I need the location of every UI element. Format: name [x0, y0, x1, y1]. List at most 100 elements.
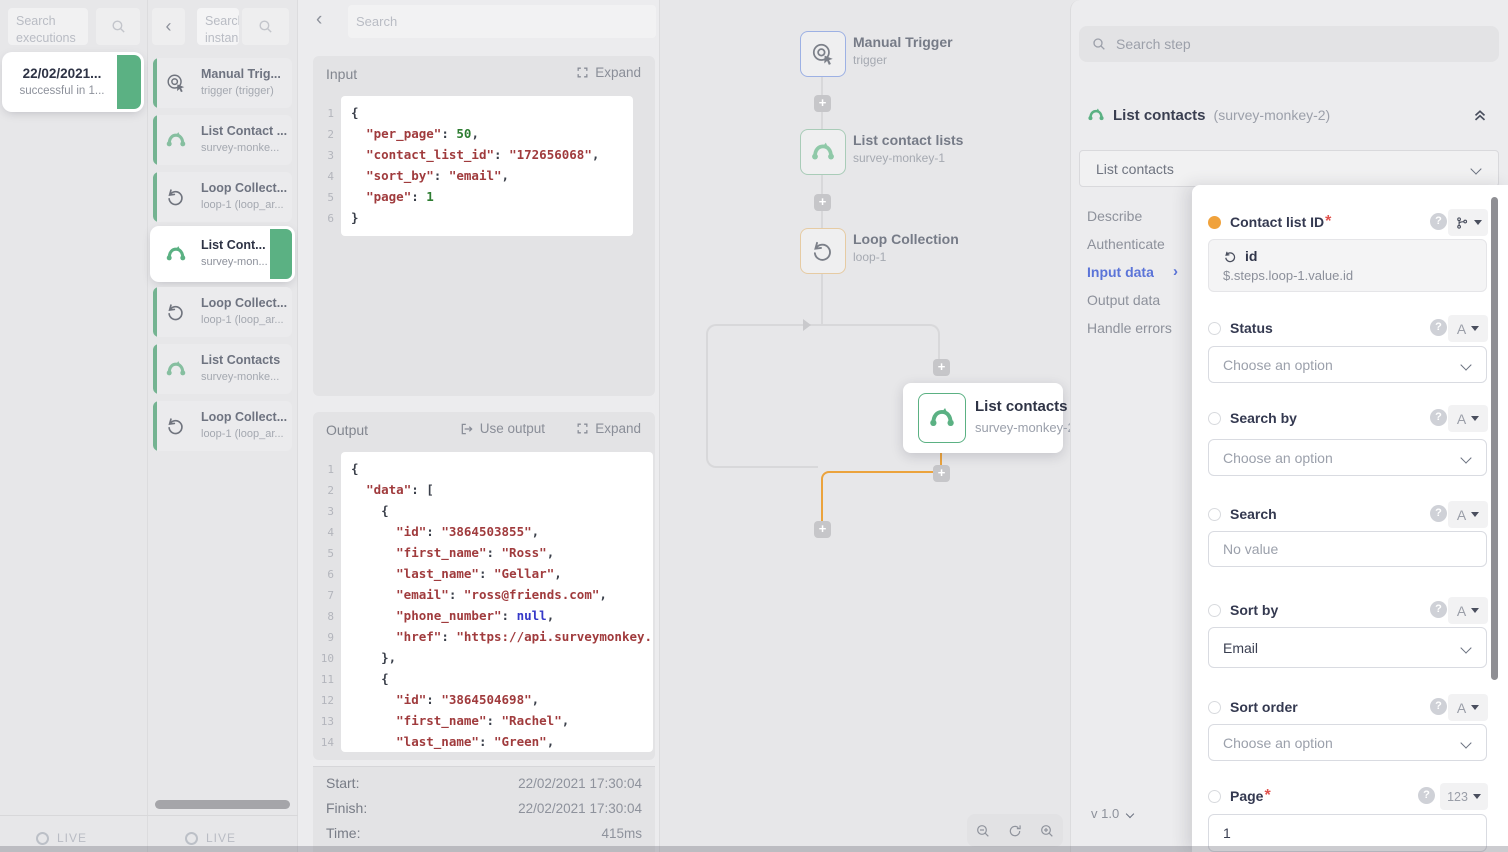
- step-subtitle: survey-mon...: [201, 256, 268, 268]
- search-input-field[interactable]: No value: [1208, 531, 1487, 567]
- execution-date: 22/02/2021...: [11, 66, 113, 81]
- collapse-panel-button[interactable]: [1471, 106, 1489, 124]
- menu-item-handle-errors[interactable]: Handle errors: [1087, 320, 1172, 336]
- refresh-icon[interactable]: [1007, 823, 1023, 839]
- help-icon[interactable]: ?: [1418, 787, 1435, 804]
- step-item-loop-collection-3[interactable]: Loop Collect... loop-1 (loop_ar...: [153, 401, 292, 451]
- zoom-out-icon[interactable]: [975, 823, 991, 839]
- step-status-strip: [153, 344, 157, 394]
- field-label: Page: [1230, 788, 1263, 804]
- search-step-input[interactable]: [1116, 36, 1487, 52]
- step-item-list-contacts-2[interactable]: List Contacts survey-monke...: [153, 344, 292, 394]
- window-bottom-edge: [0, 846, 1508, 852]
- step-item-list-contact-lists[interactable]: List Contact ... survey-monke...: [153, 115, 292, 165]
- search-instances-button[interactable]: [242, 8, 289, 45]
- step-subtitle: trigger (trigger): [201, 85, 274, 97]
- sort-by-select[interactable]: Email: [1208, 627, 1487, 668]
- collapse-instances-button[interactable]: ‹: [152, 8, 185, 45]
- contact-list-id-value[interactable]: id $.steps.loop-1.value.id: [1208, 239, 1487, 292]
- help-icon[interactable]: ?: [1430, 213, 1447, 230]
- type-selector-text[interactable]: A: [1448, 694, 1488, 721]
- type-selector-text[interactable]: A: [1448, 405, 1488, 432]
- start-value: 22/02/2021 17:30:04: [518, 776, 642, 791]
- help-icon[interactable]: ?: [1430, 698, 1447, 715]
- step-title: Loop Collect...: [201, 410, 287, 424]
- type-selector-text[interactable]: A: [1448, 597, 1488, 624]
- search-step-box[interactable]: [1079, 26, 1499, 62]
- expand-icon: [576, 422, 589, 435]
- step-title: Manual Trig...: [201, 67, 281, 81]
- node-list-contact-lists[interactable]: [800, 129, 846, 175]
- step-success-bar: [270, 229, 292, 279]
- node-loop-collection[interactable]: [800, 228, 846, 274]
- form-scrollbar[interactable]: [1491, 197, 1498, 680]
- step-item-loop-collection-1[interactable]: Loop Collect... loop-1 (loop_ar...: [153, 172, 292, 222]
- help-icon[interactable]: ?: [1430, 409, 1447, 426]
- help-icon[interactable]: ?: [1430, 319, 1447, 336]
- node-manual-trigger[interactable]: [800, 31, 846, 77]
- output-expand-button[interactable]: Expand: [576, 421, 641, 436]
- steps-horizontal-scrollbar[interactable]: [155, 800, 290, 809]
- field-label: Search: [1230, 506, 1277, 522]
- type-selector-jsonpath[interactable]: [1448, 209, 1488, 236]
- live-label: LIVE: [206, 831, 236, 845]
- node-title: Manual Trigger: [853, 34, 953, 50]
- type-selector-number[interactable]: 123: [1440, 783, 1488, 810]
- field-label: Contact list ID: [1230, 214, 1324, 230]
- status-select[interactable]: Choose an option: [1208, 346, 1487, 383]
- zoom-in-icon[interactable]: [1039, 823, 1055, 839]
- execution-meta: Start: 22/02/2021 17:30:04 Finish: 22/02…: [313, 766, 655, 852]
- value-indicator: [1208, 412, 1221, 425]
- value-indicator: [1208, 790, 1221, 803]
- menu-item-output-data[interactable]: Output data: [1087, 292, 1160, 308]
- operation-value: List contacts: [1096, 161, 1174, 177]
- add-step-button[interactable]: +: [933, 465, 950, 482]
- menu-item-describe[interactable]: Describe: [1087, 208, 1142, 224]
- node-list-contacts-selected[interactable]: List contacts survey-monkey-2: [903, 383, 1063, 453]
- add-step-button[interactable]: +: [933, 359, 950, 376]
- text-type-icon: A: [1457, 321, 1466, 337]
- step-status-strip: [153, 58, 157, 108]
- add-step-button[interactable]: +: [814, 95, 831, 112]
- node-box[interactable]: [918, 393, 966, 443]
- step-title: List Contact ...: [201, 124, 287, 138]
- back-button[interactable]: ‹: [316, 9, 322, 31]
- canvas-toolbar: [967, 814, 1063, 847]
- sort-order-select[interactable]: Choose an option: [1208, 724, 1487, 761]
- step-item-loop-collection-2[interactable]: Loop Collect... loop-1 (loop_ar...: [153, 287, 292, 337]
- step-subtitle: loop-1 (loop_ar...: [201, 199, 284, 211]
- search-by-select[interactable]: Choose an option: [1208, 439, 1487, 476]
- use-output-button[interactable]: Use output: [460, 421, 545, 436]
- step-status-strip: [153, 115, 157, 165]
- step-header: List contacts (survey-monkey-2): [1087, 106, 1330, 124]
- help-icon[interactable]: ?: [1430, 601, 1447, 618]
- expand-label: Expand: [595, 421, 641, 436]
- menu-item-input-data[interactable]: Input data: [1087, 264, 1154, 280]
- add-step-button[interactable]: +: [814, 521, 831, 538]
- operation-select[interactable]: List contacts: [1079, 150, 1499, 187]
- live-indicator-icon: [36, 832, 49, 845]
- workflow-canvas[interactable]: + + + + + Manual Trigger trigger List co…: [660, 0, 1070, 852]
- search-executions-button[interactable]: [96, 8, 140, 45]
- search-executions-input[interactable]: Search executions: [8, 8, 88, 45]
- help-icon[interactable]: ?: [1430, 505, 1447, 522]
- type-selector-text[interactable]: A: [1448, 315, 1488, 342]
- start-label: Start:: [326, 775, 359, 791]
- input-expand-button[interactable]: Expand: [576, 65, 641, 80]
- debug-search-input[interactable]: Search: [348, 5, 656, 38]
- version-select[interactable]: v 1.0: [1091, 806, 1133, 821]
- executions-live-toggle[interactable]: LIVE: [36, 831, 87, 845]
- menu-item-authenticate[interactable]: Authenticate: [1087, 236, 1165, 252]
- chevron-left-icon: ‹: [316, 9, 322, 30]
- step-item-manual-trigger[interactable]: Manual Trig... trigger (trigger): [153, 58, 292, 108]
- type-selector-text[interactable]: A: [1448, 501, 1488, 528]
- search-instances-input[interactable]: Search instances: [197, 8, 239, 45]
- text-type-icon: A: [1457, 411, 1466, 427]
- execution-card[interactable]: 22/02/2021... successful in 1...: [5, 55, 141, 109]
- add-step-button[interactable]: +: [814, 194, 831, 211]
- value-indicator: [1208, 322, 1221, 335]
- debug-detail-panel: ‹ Search Input Expand 123456 { "per_page…: [298, 0, 660, 852]
- loop-path-corner: [928, 324, 940, 336]
- step-item-list-contacts-selected[interactable]: List Cont... survey-mon...: [153, 229, 292, 279]
- steps-live-toggle[interactable]: LIVE: [185, 831, 236, 845]
